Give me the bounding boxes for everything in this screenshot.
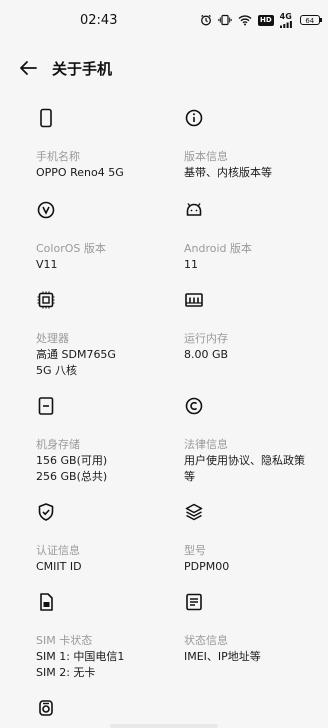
copyright-icon (185, 397, 203, 415)
item-label: 处理器 (36, 332, 69, 345)
item-value: 11 (184, 258, 198, 271)
item-label: 版本信息 (184, 150, 228, 163)
item-value: 8.00 GB (184, 348, 229, 361)
shield-icon (38, 503, 54, 521)
coloros-icon (37, 201, 55, 219)
item-value: 高通 SDM765G 5G 八核 (36, 348, 116, 377)
item-label: 运行内存 (184, 332, 228, 345)
item-value: IMEI、IP地址等 (184, 650, 261, 663)
network-type: 4G (279, 11, 292, 21)
item-certification[interactable]: 认证信息 CMIIT ID (36, 502, 176, 573)
layers-icon (185, 503, 203, 521)
item-android-version[interactable]: Android 版本 11 (184, 200, 324, 271)
item-phone-name[interactable]: 手机名称 OPPO Reno4 5G (36, 108, 176, 179)
signal-icon: 4G (279, 11, 292, 28)
bottom-scroll-hint (110, 724, 218, 728)
alarm-icon (200, 14, 212, 26)
item-value: CMIIT ID (36, 560, 82, 573)
back-button[interactable] (16, 56, 40, 80)
android-icon (186, 203, 202, 216)
item-value: SIM 1: 中国电信1 SIM 2: 无卡 (36, 650, 125, 679)
item-value: 用户使用协议、隐私政策等 (184, 454, 305, 483)
item-partial[interactable] (36, 698, 176, 718)
cpu-icon (37, 291, 55, 309)
ram-icon (185, 293, 203, 307)
item-ram[interactable]: 运行内存 8.00 GB (184, 290, 324, 361)
item-value: OPPO Reno4 5G (36, 166, 124, 179)
camera-icon (39, 700, 53, 716)
item-label: SIM 卡状态 (36, 634, 93, 647)
item-legal-info[interactable]: 法律信息 用户使用协议、隐私政策等 (184, 396, 324, 483)
back-arrow-icon (20, 61, 37, 75)
item-label: ColorOS 版本 (36, 242, 106, 255)
item-label: 型号 (184, 544, 206, 557)
item-model[interactable]: 型号 PDPM00 (184, 502, 324, 573)
item-label: 状态信息 (184, 634, 228, 647)
item-version-info[interactable]: 版本信息 基带、内核版本等 (184, 108, 324, 179)
item-processor[interactable]: 处理器 高通 SDM765G 5G 八核 (36, 290, 176, 377)
status-bar: 02:43 HD 4G 64 (0, 0, 328, 40)
item-value: 基带、内核版本等 (184, 166, 272, 179)
item-label: 机身存储 (36, 438, 80, 451)
page-title: 关于手机 (52, 60, 113, 78)
battery-indicator: 64 (299, 15, 322, 25)
info-icon (185, 109, 203, 127)
item-label: 认证信息 (36, 544, 80, 557)
item-status-info[interactable]: 状态信息 IMEI、IP地址等 (184, 592, 324, 663)
hd-badge: HD (258, 14, 274, 26)
header: 关于手机 (0, 48, 328, 88)
status-icons: HD 4G 64 (200, 11, 322, 28)
item-label: 法律信息 (184, 438, 228, 451)
item-value: 156 GB(可用) 256 GB(总共) (36, 454, 108, 483)
item-value: V11 (36, 258, 58, 271)
wifi-icon (238, 14, 252, 26)
item-coloros-version[interactable]: ColorOS 版本 V11 (36, 200, 176, 271)
item-storage[interactable]: 机身存储 156 GB(可用) 256 GB(总共) (36, 396, 176, 483)
item-value: PDPM00 (184, 560, 230, 573)
item-label: 手机名称 (36, 150, 80, 163)
vibrate-icon (218, 14, 232, 26)
item-sim-status[interactable]: SIM 卡状态 SIM 1: 中国电信1 SIM 2: 无卡 (36, 592, 176, 679)
item-label: Android 版本 (184, 242, 253, 255)
storage-icon (38, 397, 54, 415)
sim-icon (40, 593, 53, 611)
status-doc-icon (186, 593, 202, 611)
status-time: 02:43 (80, 13, 118, 28)
phone-icon (40, 108, 52, 128)
